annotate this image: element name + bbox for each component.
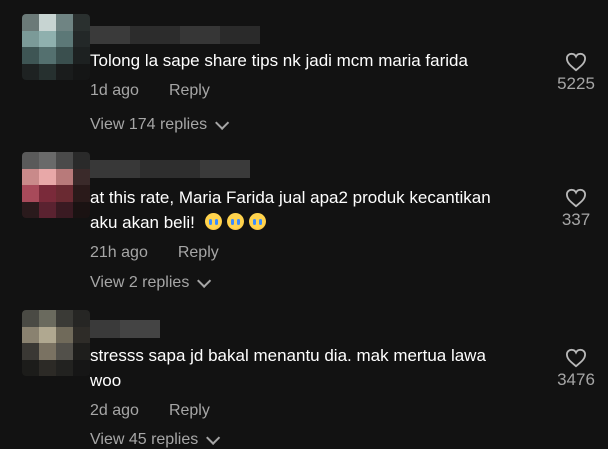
crying-emoji-icon (226, 213, 244, 230)
chevron-down-icon (206, 430, 221, 445)
username-blurred[interactable] (90, 26, 260, 44)
reply-button[interactable]: Reply (178, 244, 219, 262)
chevron-down-icon (215, 115, 230, 130)
comment-time: 1d ago (90, 82, 139, 99)
avatar[interactable] (22, 310, 90, 376)
comment-meta: 21h ago Reply (90, 244, 219, 262)
heart-outline-icon (565, 52, 587, 72)
comment-text-body: at this rate, Maria Farida jual apa2 pro… (90, 188, 491, 232)
avatar[interactable] (22, 152, 90, 218)
avatar[interactable] (22, 14, 90, 80)
comment-time: 2d ago (90, 402, 139, 419)
like-button[interactable]: 5225 (546, 52, 606, 94)
view-replies-label: View 2 replies (90, 274, 190, 291)
like-count: 337 (561, 210, 591, 229)
heart-outline-icon (565, 348, 587, 368)
view-replies-label: View 174 replies (90, 116, 208, 133)
comment-meta: 1d ago Reply (90, 82, 210, 100)
comment-text: stresss sapa jd bakal menantu dia. mak m… (90, 346, 486, 390)
username-blurred[interactable] (90, 320, 160, 338)
comment-meta: 2d ago Reply (90, 402, 210, 420)
username-blurred[interactable] (90, 160, 250, 178)
like-button[interactable]: 3476 (546, 348, 606, 390)
comment-text: at this rate, Maria Farida jual apa2 pro… (90, 185, 510, 241)
crying-emoji-icon (248, 213, 266, 230)
reply-button[interactable]: Reply (169, 402, 210, 420)
comment-time: 21h ago (90, 244, 148, 261)
like-button[interactable]: 337 (546, 188, 606, 230)
like-count: 3476 (557, 370, 595, 389)
view-replies-label: View 45 replies (90, 431, 199, 448)
heart-outline-icon (565, 188, 587, 208)
reply-button[interactable]: Reply (169, 82, 210, 100)
like-count: 5225 (557, 74, 595, 93)
view-replies-button[interactable]: View 2 replies (90, 273, 212, 292)
crying-emoji-icon (204, 213, 222, 230)
chevron-down-icon (197, 273, 212, 288)
view-replies-button[interactable]: View 174 replies (90, 115, 230, 134)
view-replies-button[interactable]: View 45 replies (90, 430, 221, 449)
comment-text: Tolong la sape share tips nk jadi mcm ma… (90, 51, 468, 70)
